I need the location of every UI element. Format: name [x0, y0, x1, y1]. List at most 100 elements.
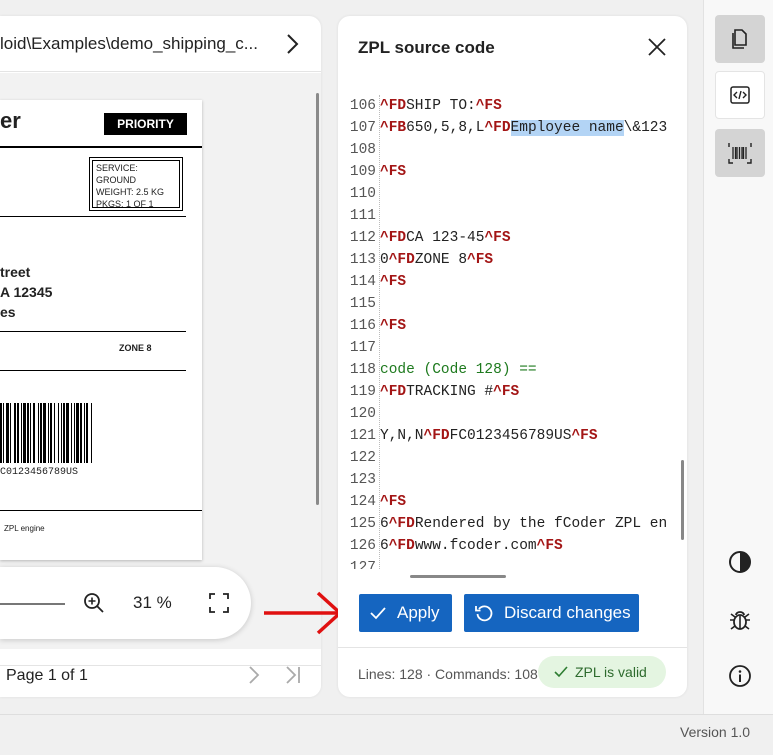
label-engine-text: ZPL engine: [4, 524, 45, 533]
code-line[interactable]: 107 ^FB650,5,8,L^FDEmployee name\&123: [338, 117, 687, 139]
file-path[interactable]: loid\Examples\demo_shipping_c...: [0, 34, 258, 54]
bug-icon[interactable]: [724, 604, 756, 636]
code-line[interactable]: 125 6^FDRendered by the fCoder ZPL en: [338, 513, 687, 535]
version-label: Version 1.0: [680, 724, 751, 740]
code-view-button[interactable]: [715, 71, 765, 119]
code-line[interactable]: 109 ^FS: [338, 161, 687, 183]
line-number: 114: [349, 274, 376, 290]
line-content: ^FDSHIP TO:^FS: [380, 98, 502, 114]
apply-button[interactable]: Apply: [359, 594, 452, 632]
line-number: 109: [349, 164, 376, 180]
label-service-box: SERVICE: GROUND WEIGHT: 2.5 KG PKGS: 1 O…: [89, 157, 183, 211]
file-path-bar: loid\Examples\demo_shipping_c...: [0, 16, 321, 72]
label-carrier: er: [0, 108, 21, 133]
label-zone: ZONE 8: [119, 343, 152, 353]
code-line[interactable]: 127: [338, 557, 687, 569]
barcode-bar: [92, 403, 93, 463]
code-line[interactable]: 118 code (Code 128) ==: [338, 359, 687, 381]
validation-badge: ZPL is valid: [538, 656, 666, 688]
line-content: ^FDTRACKING #^FS: [380, 384, 520, 400]
discard-changes-button[interactable]: Discard changes: [464, 594, 639, 632]
zoom-in-icon[interactable]: [83, 592, 105, 614]
last-page-icon[interactable]: [282, 664, 304, 686]
code-line[interactable]: 119 ^FDTRACKING #^FS: [338, 381, 687, 403]
line-number: 112: [349, 230, 376, 246]
label-divider: [0, 510, 202, 511]
label-divider: [0, 146, 202, 148]
line-content: Y,N,N^FDFC0123456789US^FS: [380, 428, 598, 444]
code-line[interactable]: 124 ^FS: [338, 491, 687, 513]
line-number: 126: [349, 538, 376, 554]
label-tracking: C0123456789US: [0, 467, 79, 478]
editor-horizontal-scrollbar[interactable]: [410, 575, 506, 578]
line-content: code (Code 128) ==: [380, 362, 537, 378]
label-divider: [0, 216, 186, 217]
line-number: 116: [349, 318, 376, 334]
code-line[interactable]: 115: [338, 293, 687, 315]
code-line[interactable]: 121 Y,N,N^FDFC0123456789US^FS: [338, 425, 687, 447]
gutter-separator: [379, 95, 380, 569]
label-address-line: es: [0, 304, 16, 320]
annotation-arrow-icon: [264, 591, 343, 635]
code-line[interactable]: 106 ^FDSHIP TO:^FS: [338, 95, 687, 117]
line-number: 113: [349, 252, 376, 268]
line-content: ^FS: [380, 164, 407, 180]
line-content: ^FB650,5,8,L^FDEmployee name\&123: [380, 120, 668, 136]
undo-icon: [475, 605, 493, 622]
line-number: 123: [349, 472, 376, 488]
code-stats: Lines: 128 · Commands: 108: [358, 666, 538, 682]
line-number: 121: [349, 428, 376, 444]
line-content: ^FS: [380, 274, 407, 290]
label-service: SERVICE: GROUND: [96, 163, 138, 185]
barcode-view-button[interactable]: [715, 129, 765, 177]
code-line[interactable]: 110: [338, 183, 687, 205]
fit-screen-icon[interactable]: [207, 591, 231, 615]
shipping-label: er PRIORITY SERVICE: GROUND WEIGHT: 2.5 …: [0, 100, 202, 560]
label-address: treet A 12345 es: [0, 262, 52, 322]
code-line[interactable]: 114 ^FS: [338, 271, 687, 293]
line-number: 124: [349, 494, 376, 510]
next-page-icon[interactable]: [243, 664, 265, 686]
code-line[interactable]: 126 6^FDwww.fcoder.com^FS: [338, 535, 687, 557]
check-icon: [370, 607, 386, 620]
line-number: 106: [349, 98, 376, 114]
line-number: 115: [349, 296, 376, 312]
label-pkgs: PKGS: 1 OF 1: [96, 199, 154, 209]
check-icon: [554, 666, 568, 678]
zoom-slider[interactable]: [0, 603, 65, 605]
label-weight: WEIGHT: 2.5 KG: [96, 187, 165, 197]
label-divider: [0, 370, 186, 371]
label-address-line: treet: [0, 264, 31, 280]
label-preview: er PRIORITY SERVICE: GROUND WEIGHT: 2.5 …: [0, 73, 321, 649]
editor-vertical-scrollbar[interactable]: [681, 460, 684, 540]
line-number: 110: [349, 186, 376, 202]
code-line[interactable]: 117: [338, 337, 687, 359]
document-view-button[interactable]: [715, 15, 765, 63]
code-editor[interactable]: 106 ^FDSHIP TO:^FS 107 ^FB650,5,8,L^FDEmplo…: [338, 95, 687, 569]
line-content: ^FS: [380, 318, 407, 334]
code-line[interactable]: 122: [338, 447, 687, 469]
panel-title: ZPL source code: [358, 38, 495, 57]
info-icon[interactable]: [724, 660, 756, 692]
code-line[interactable]: 116 ^FS: [338, 315, 687, 337]
code-line[interactable]: 113 0^FDZONE 8^FS: [338, 249, 687, 271]
label-divider: [0, 331, 186, 332]
contrast-icon[interactable]: [724, 546, 756, 578]
line-content: 6^FDRendered by the fCoder ZPL en: [380, 516, 668, 532]
line-content: ^FDCA 123-45^FS: [380, 230, 511, 246]
code-line[interactable]: 120: [338, 403, 687, 425]
close-icon[interactable]: [645, 35, 669, 59]
zoom-toolbar: 31 %: [0, 567, 251, 639]
line-content: 0^FDZONE 8^FS: [380, 252, 494, 268]
document-icon: [732, 29, 747, 49]
chevron-right-icon[interactable]: [278, 30, 306, 58]
label-barcode: [0, 403, 152, 463]
code-line[interactable]: 108: [338, 139, 687, 161]
line-number: 120: [349, 406, 376, 422]
preview-scrollbar[interactable]: [316, 93, 319, 505]
page-indicator: Page 1 of 1: [6, 667, 88, 684]
code-line[interactable]: 112 ^FDCA 123-45^FS: [338, 227, 687, 249]
code-line[interactable]: 123: [338, 469, 687, 491]
line-number: 127: [349, 560, 376, 569]
code-line[interactable]: 111: [338, 205, 687, 227]
